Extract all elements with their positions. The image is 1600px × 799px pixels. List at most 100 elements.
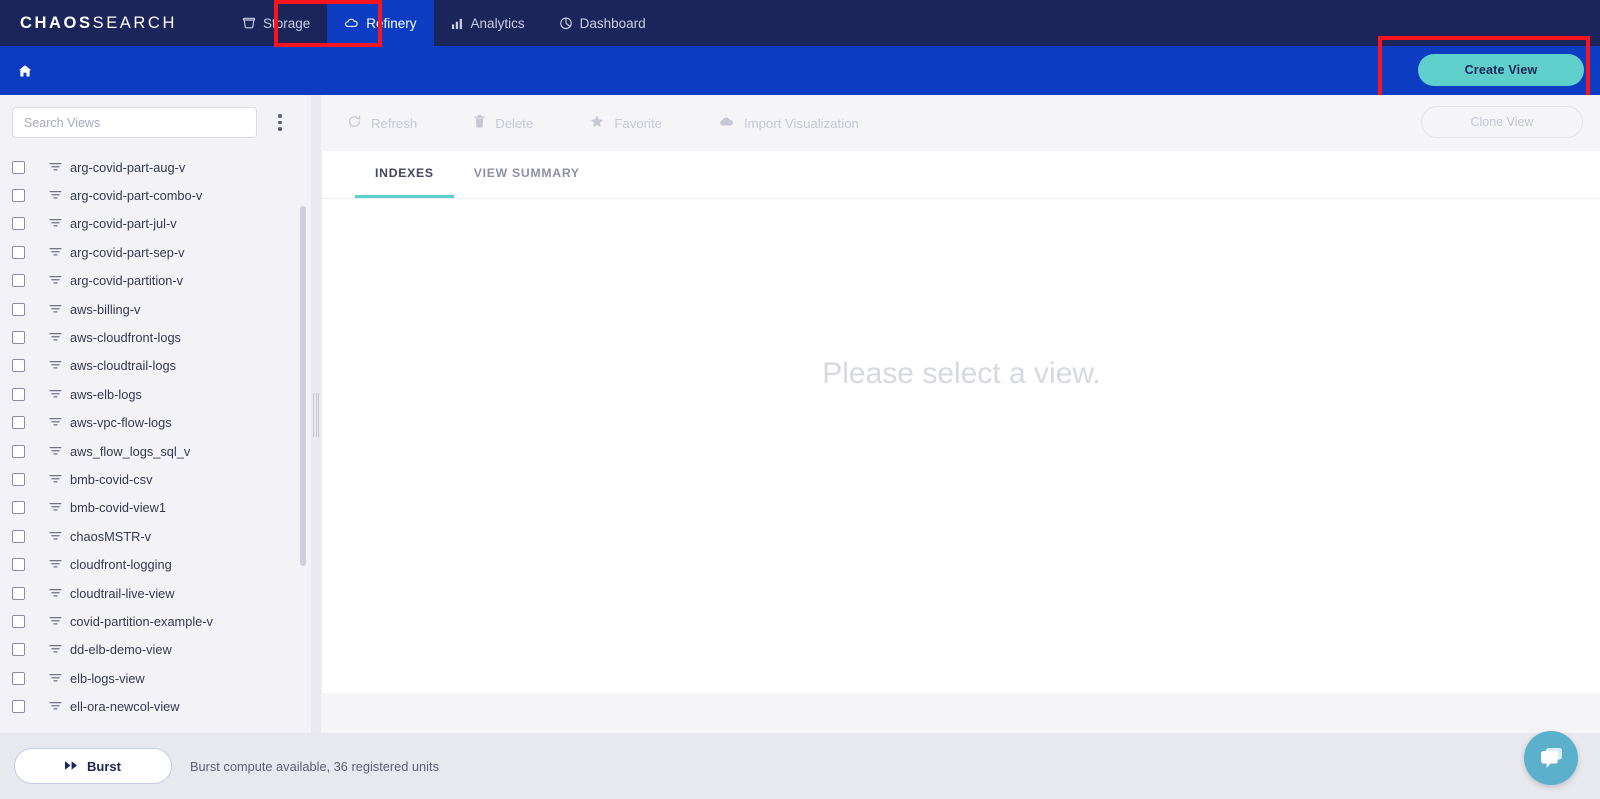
filter-funnel-icon: [49, 502, 62, 513]
view-checkbox[interactable]: [12, 217, 25, 231]
refresh-button-label: Refresh: [371, 115, 418, 131]
view-checkbox[interactable]: [12, 643, 25, 657]
bucket-icon: [242, 16, 256, 30]
list-item[interactable]: covid-partition-example-v: [0, 607, 320, 635]
list-item[interactable]: aws_flow_logs_sql_v: [0, 437, 320, 465]
tab-view-summary[interactable]: VIEW SUMMARY: [454, 151, 600, 198]
list-item[interactable]: dd-elb-demo-view: [0, 636, 320, 664]
tab-indexes[interactable]: INDEXES: [355, 151, 454, 198]
kebab-menu-icon[interactable]: [263, 107, 297, 138]
view-checkbox[interactable]: [12, 359, 25, 373]
view-checkbox[interactable]: [12, 160, 25, 174]
nav-item-analytics-label: Analytics: [470, 15, 525, 31]
filter-funnel-icon: [49, 446, 62, 457]
filter-funnel-icon: [49, 417, 62, 428]
view-checkbox[interactable]: [12, 529, 25, 543]
view-checkbox[interactable]: [12, 671, 25, 685]
view-checkbox[interactable]: [12, 586, 25, 600]
list-item[interactable]: aws-cloudfront-logs: [0, 323, 320, 351]
list-item[interactable]: chaosMSTR-v: [0, 522, 320, 550]
star-icon: [589, 114, 605, 132]
list-item[interactable]: arg-covid-part-sep-v: [0, 238, 320, 266]
view-name-label: bmb-covid-csv: [70, 471, 153, 487]
cloud-icon: [344, 16, 359, 31]
list-item[interactable]: elb-logs-view: [0, 664, 320, 692]
filter-funnel-icon: [49, 616, 62, 627]
nav-item-analytics[interactable]: Analytics: [434, 0, 542, 46]
panel-resize-handle[interactable]: [313, 393, 319, 437]
view-checkbox[interactable]: [12, 558, 25, 572]
view-name-label: aws-vpc-flow-logs: [70, 415, 172, 431]
list-item[interactable]: cloudtrail-live-view: [0, 579, 320, 607]
refresh-button[interactable]: Refresh: [347, 114, 417, 132]
filter-funnel-icon: [49, 304, 62, 315]
filter-funnel-icon: [49, 275, 62, 286]
filter-funnel-icon: [49, 474, 62, 485]
fast-forward-icon: [65, 759, 79, 774]
view-name-label: arg-covid-part-aug-v: [70, 159, 186, 175]
panel-tabs: INDEXES VIEW SUMMARY: [322, 151, 1600, 199]
sub-header-bar: Create View: [0, 46, 1600, 95]
view-name-label: aws-cloudtrail-logs: [70, 358, 176, 374]
chat-bubble-icon[interactable]: [1524, 731, 1578, 785]
list-item[interactable]: aws-elb-logs: [0, 380, 320, 408]
content-toolbar: Refresh Delete Favorite Import Visualiza…: [321, 95, 1600, 151]
view-checkbox[interactable]: [12, 444, 25, 458]
list-item[interactable]: bmb-covid-csv: [0, 465, 320, 493]
filter-funnel-icon: [49, 247, 62, 258]
delete-button-label: Delete: [495, 115, 534, 131]
brand-logo-bold: CHAOS: [20, 13, 93, 32]
view-checkbox[interactable]: [12, 387, 25, 401]
bar-chart-icon: [451, 17, 464, 30]
views-sidebar: arg-covid-part-aug-v arg-covid-part-combo…: [0, 95, 320, 733]
list-item[interactable]: arg-covid-part-jul-v: [0, 210, 320, 238]
nav-item-refinery-label: Refinery: [366, 15, 417, 31]
filter-funnel-icon: [49, 588, 62, 599]
import-visualization-button[interactable]: Import Visualization: [718, 114, 859, 132]
nav-item-dashboard[interactable]: Dashboard: [542, 0, 663, 46]
sidebar-scrollbar-thumb[interactable]: [300, 206, 306, 566]
filter-funnel-icon: [49, 531, 62, 542]
views-list[interactable]: arg-covid-part-aug-v arg-covid-part-combo…: [0, 148, 320, 736]
view-checkbox[interactable]: [12, 472, 25, 486]
list-item[interactable]: arg-covid-part-combo-v: [0, 181, 320, 209]
view-checkbox[interactable]: [12, 274, 25, 288]
list-item[interactable]: arg-covid-partition-v: [0, 267, 320, 295]
view-name-label: elb-logs-view: [70, 670, 145, 686]
view-checkbox[interactable]: [12, 501, 25, 515]
view-checkbox[interactable]: [12, 245, 25, 259]
list-item[interactable]: arg-covid-part-aug-v: [0, 153, 320, 181]
delete-button[interactable]: Delete: [473, 114, 533, 132]
view-name-label: covid-partition-example-v: [70, 613, 213, 629]
home-icon[interactable]: [17, 63, 33, 79]
search-views-input[interactable]: [12, 107, 257, 138]
view-checkbox[interactable]: [12, 416, 25, 430]
view-checkbox[interactable]: [12, 302, 25, 316]
nav-item-storage[interactable]: Storage: [225, 0, 327, 46]
filter-funnel-icon: [49, 332, 62, 343]
burst-button[interactable]: Burst: [14, 748, 172, 784]
view-checkbox[interactable]: [12, 331, 25, 345]
filter-funnel-icon: [49, 389, 62, 400]
list-item[interactable]: cloudfront-logging: [0, 550, 320, 578]
view-checkbox[interactable]: [12, 614, 25, 628]
nav-item-storage-label: Storage: [262, 15, 311, 31]
clone-view-button[interactable]: Clone View: [1421, 106, 1583, 138]
list-item[interactable]: ell-ora-newcol-view: [0, 692, 320, 720]
nav-item-refinery[interactable]: Refinery: [327, 0, 434, 46]
create-view-button[interactable]: Create View: [1418, 54, 1584, 86]
filter-funnel-icon: [49, 559, 62, 570]
list-item[interactable]: bmb-covid-view1: [0, 494, 320, 522]
cloud-upload-icon: [718, 114, 735, 132]
list-item[interactable]: aws-vpc-flow-logs: [0, 409, 320, 437]
list-item[interactable]: aws-cloudtrail-logs: [0, 352, 320, 380]
list-item[interactable]: aws-billing-v: [0, 295, 320, 323]
view-name-label: arg-covid-partition-v: [70, 273, 184, 289]
brand-logo-light: SEARCH: [92, 13, 177, 32]
view-checkbox[interactable]: [12, 189, 25, 203]
detail-panel: INDEXES VIEW SUMMARY Please select a vie…: [321, 151, 1600, 693]
favorite-button[interactable]: Favorite: [589, 114, 662, 132]
app-root: CHAOSSEARCH Storage Refinery Analytics D…: [0, 0, 1600, 799]
view-name-label: cloudfront-logging: [70, 557, 172, 573]
view-checkbox[interactable]: [12, 700, 25, 714]
